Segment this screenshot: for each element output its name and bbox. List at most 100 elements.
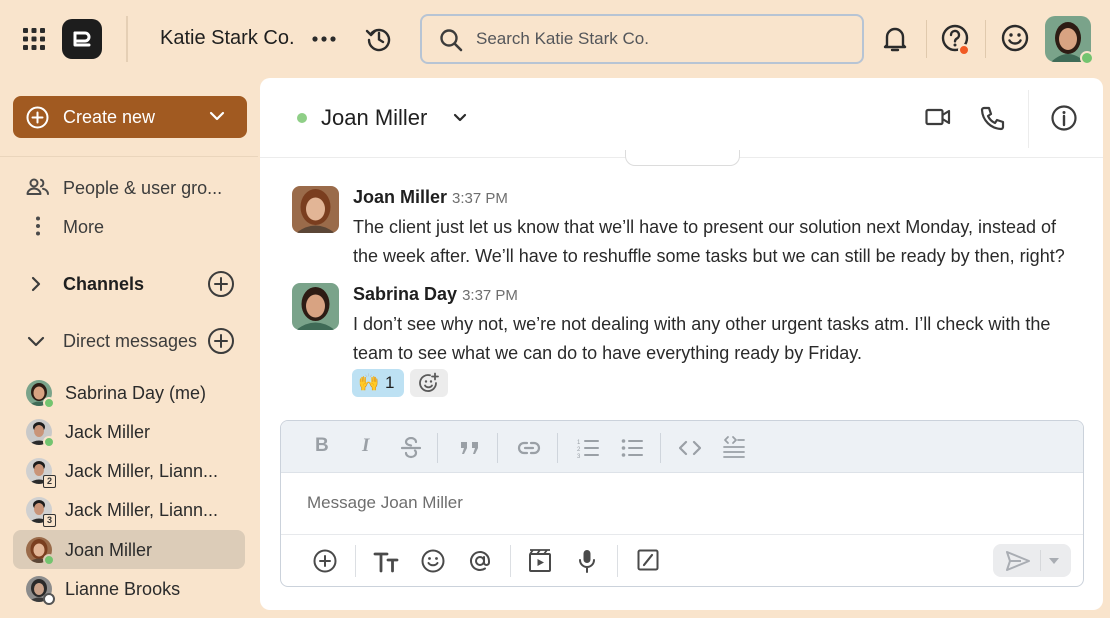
notification-dot: [958, 44, 970, 56]
workspace-name[interactable]: Katie Stark Co.: [160, 27, 295, 50]
online-status-dot: [43, 397, 55, 409]
channels-section: Channels: [13, 266, 245, 302]
microphone-icon[interactable]: [577, 549, 597, 573]
group-count-badge: 3: [43, 514, 56, 527]
formatting-toolbar: B I 1 2 3: [281, 421, 1083, 473]
add-channel-icon[interactable]: [207, 270, 235, 298]
code-block-icon[interactable]: [723, 435, 745, 459]
video-call-icon[interactable]: [925, 106, 951, 128]
send-button[interactable]: [993, 544, 1071, 577]
add-icon[interactable]: [313, 549, 337, 573]
author-name[interactable]: Joan Miller: [353, 187, 447, 207]
online-status-dot: [43, 554, 55, 566]
online-status-dot: [1080, 51, 1094, 65]
message-author[interactable]: Joan Miller 3:37 PM: [353, 187, 508, 208]
dm-label: Jack Miller, Liann...: [65, 461, 219, 481]
group-count-badge: 2: [43, 475, 56, 488]
add-direct-message-icon[interactable]: [207, 327, 235, 355]
message-input[interactable]: [307, 490, 1007, 516]
emoji-icon[interactable]: [421, 549, 445, 573]
dm-item-jack-miller[interactable]: Jack Miller: [13, 412, 245, 451]
quote-icon[interactable]: [459, 440, 481, 456]
sidebar-item-people[interactable]: People & user gro...: [13, 169, 245, 205]
sidebar-scroll-edge: [0, 156, 258, 157]
logo-icon: [73, 31, 91, 47]
toolbar-divider: [437, 433, 438, 463]
reaction-chip[interactable]: 🙌 1: [352, 369, 404, 397]
kebab-icon: [36, 216, 40, 236]
add-reaction-icon: [419, 372, 439, 392]
avatar: [26, 380, 55, 409]
dm-item-joan-miller[interactable]: Joan Miller: [13, 530, 245, 569]
top-bar: Katie Stark Co.: [0, 0, 1110, 78]
dm-item-group-3[interactable]: 3 Jack Miller, Liann...: [13, 490, 245, 529]
status-emoji-icon[interactable]: [1001, 24, 1029, 52]
more-horizontal-icon[interactable]: [312, 28, 336, 50]
top-divider: [985, 20, 986, 58]
chevron-right-icon[interactable]: [27, 276, 45, 292]
text-format-icon[interactable]: [373, 551, 399, 573]
phone-call-icon[interactable]: [980, 105, 1006, 131]
svg-text:2: 2: [577, 447, 581, 453]
reaction-count: 1: [385, 373, 395, 392]
toolbar-divider: [557, 433, 558, 463]
italic-icon[interactable]: I: [362, 435, 369, 457]
info-icon[interactable]: [1051, 105, 1077, 131]
search-icon: [440, 29, 463, 52]
conversation-title[interactable]: Joan Miller: [321, 105, 427, 131]
composer-toolbar: [281, 534, 1083, 586]
conversation-panel: Joan Miller Joan Miller 3:37 PM The clie…: [260, 78, 1103, 610]
chevron-down-icon[interactable]: [452, 112, 468, 124]
dm-item-group-2[interactable]: 2 Jack Miller, Liann...: [13, 451, 245, 490]
dm-label: Jack Miller: [65, 422, 151, 442]
chevron-down-icon[interactable]: [27, 333, 45, 349]
code-icon[interactable]: [679, 440, 701, 456]
away-status-dot: [43, 593, 55, 605]
message-composer: B I 1 2 3: [280, 420, 1084, 587]
numbered-list-icon[interactable]: 1 2 3: [577, 438, 599, 458]
direct-messages-label[interactable]: Direct messages: [63, 331, 197, 352]
search-input[interactable]: [476, 26, 846, 52]
message-time: 3:37 PM: [452, 190, 508, 207]
avatar: [26, 419, 55, 448]
dm-item-sabrina-day[interactable]: Sabrina Day (me): [13, 373, 245, 412]
dm-item-lianne-brooks[interactable]: Lianne Brooks: [13, 569, 245, 608]
caret-down-icon[interactable]: [1048, 557, 1060, 565]
slash-command-icon[interactable]: [637, 549, 659, 571]
author-name[interactable]: Sabrina Day: [353, 284, 457, 304]
app-logo[interactable]: [62, 19, 102, 59]
top-divider: [126, 16, 128, 62]
history-icon[interactable]: [365, 25, 393, 53]
avatar[interactable]: [292, 186, 339, 233]
add-reaction-button[interactable]: [410, 369, 448, 397]
avatar[interactable]: [292, 283, 339, 330]
dm-label: Lianne Brooks: [65, 579, 181, 599]
plus-circle-icon: [26, 106, 49, 129]
strikethrough-icon[interactable]: [401, 437, 421, 459]
bell-icon[interactable]: [882, 25, 908, 53]
sidebar-item-more[interactable]: More: [13, 208, 245, 244]
dm-label: Joan Miller: [65, 540, 153, 560]
channels-label[interactable]: Channels: [63, 274, 144, 295]
top-divider: [926, 20, 927, 58]
apps-grid-icon[interactable]: [23, 28, 45, 50]
message-author[interactable]: Sabrina Day 3:37 PM: [353, 284, 518, 305]
send-divider: [1040, 550, 1041, 571]
raised-hands-emoji: 🙌: [358, 373, 380, 392]
user-avatar[interactable]: [1045, 16, 1094, 65]
group-avatar: 3: [26, 497, 56, 527]
link-icon[interactable]: [517, 440, 541, 456]
video-clip-icon[interactable]: [528, 549, 552, 573]
svg-text:3: 3: [577, 454, 581, 458]
online-status-dot: [43, 436, 55, 448]
create-new-label: Create new: [63, 107, 156, 127]
sidebar-item-label: People & user gro...: [63, 178, 223, 198]
create-new-button[interactable]: Create new: [13, 96, 247, 138]
mention-icon[interactable]: [468, 549, 492, 573]
avatar: [26, 537, 55, 566]
message-time: 3:37 PM: [462, 287, 518, 304]
bold-icon[interactable]: B: [315, 435, 329, 457]
toolbar-divider: [510, 545, 511, 577]
bulleted-list-icon[interactable]: [621, 438, 643, 458]
search-box[interactable]: [420, 14, 864, 64]
